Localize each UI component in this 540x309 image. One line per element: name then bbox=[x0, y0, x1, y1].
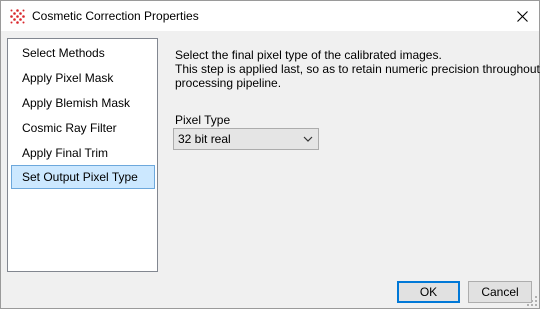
cancel-button[interactable]: Cancel bbox=[468, 281, 532, 303]
sidebar-item-set-output-pixel-type[interactable]: Set Output Pixel Type bbox=[11, 165, 155, 189]
title-bar[interactable]: Cosmetic Correction Properties bbox=[1, 1, 539, 31]
close-button[interactable] bbox=[505, 1, 539, 31]
sidebar-item-cosmic-ray-filter[interactable]: Cosmic Ray Filter bbox=[11, 116, 155, 140]
sidebar-item-label: Apply Blemish Mask bbox=[22, 96, 131, 110]
sidebar-item-apply-final-trim[interactable]: Apply Final Trim bbox=[11, 141, 155, 165]
step-description: Select the final pixel type of the calib… bbox=[175, 48, 540, 90]
dialog-window: Cosmetic Correction Properties Select Me… bbox=[0, 0, 540, 309]
ok-button[interactable]: OK bbox=[397, 281, 460, 303]
resize-grip-icon[interactable] bbox=[527, 296, 537, 306]
chevron-down-icon bbox=[303, 136, 313, 142]
description-line: processing pipeline. bbox=[175, 76, 282, 90]
sidebar-item-label: Set Output Pixel Type bbox=[22, 170, 138, 184]
close-icon bbox=[516, 10, 528, 22]
sidebar-item-apply-pixel-mask[interactable]: Apply Pixel Mask bbox=[11, 66, 155, 90]
pixel-type-select[interactable]: 32 bit real bbox=[173, 128, 319, 150]
steps-list: Select Methods Apply Pixel Mask Apply Bl… bbox=[7, 38, 158, 272]
description-line: This step is applied last, so as to reta… bbox=[175, 62, 540, 76]
pixel-type-value: 32 bit real bbox=[178, 132, 231, 146]
ok-button-label: OK bbox=[419, 285, 438, 299]
cancel-button-label: Cancel bbox=[481, 285, 519, 299]
sidebar-item-label: Cosmic Ray Filter bbox=[22, 121, 117, 135]
sidebar-item-label: Apply Pixel Mask bbox=[22, 71, 114, 85]
sidebar-item-select-methods[interactable]: Select Methods bbox=[11, 41, 155, 65]
grid-app-icon bbox=[10, 9, 25, 24]
sidebar-item-label: Apply Final Trim bbox=[22, 146, 109, 160]
sidebar-item-label: Select Methods bbox=[22, 46, 105, 60]
description-line: Select the final pixel type of the calib… bbox=[175, 48, 442, 62]
sidebar-item-apply-blemish-mask[interactable]: Apply Blemish Mask bbox=[11, 91, 155, 115]
window-title: Cosmetic Correction Properties bbox=[32, 9, 199, 23]
pixel-type-label: Pixel Type bbox=[175, 113, 231, 127]
